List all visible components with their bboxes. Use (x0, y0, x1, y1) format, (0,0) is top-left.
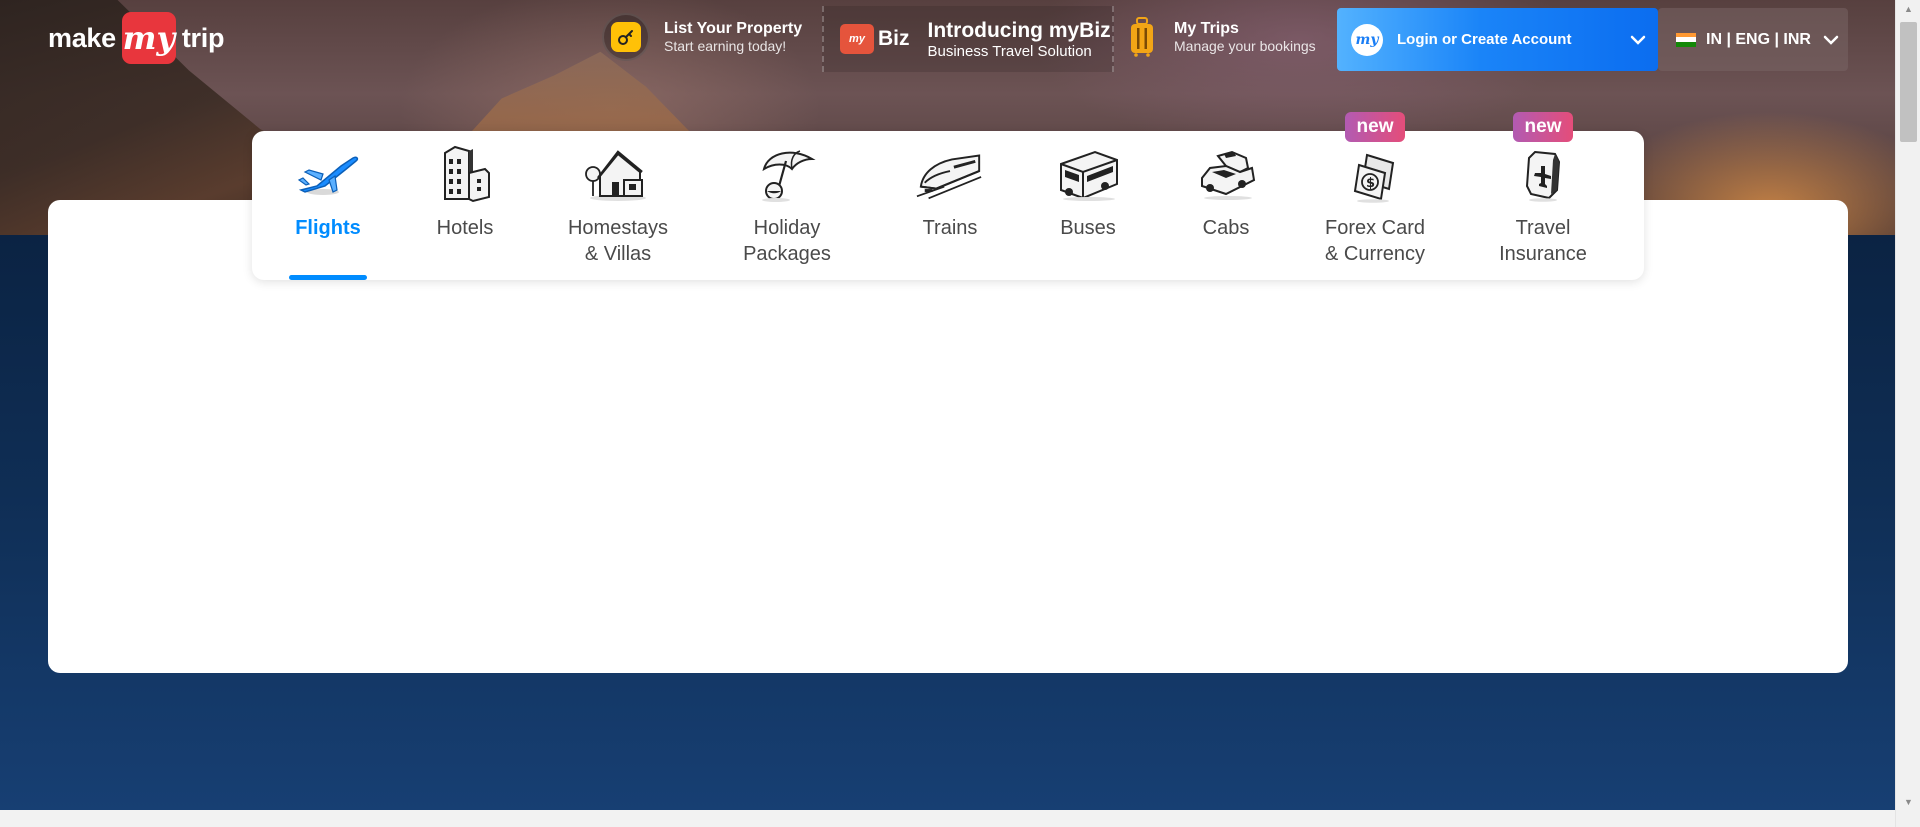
nav-item-travel-insurance[interactable]: new Travel Insurance (1493, 112, 1593, 280)
scroll-up-arrow-icon[interactable]: ▲ (1896, 0, 1920, 17)
mybiz-bag-icon: my Biz (840, 24, 910, 54)
nav-label-homestays: Homestays & Villas (567, 217, 669, 265)
locale-label: IN | ENG | INR (1706, 30, 1811, 48)
suitcase-icon (1131, 17, 1153, 57)
nav-label-travel-insurance: Travel Insurance (1499, 217, 1587, 265)
bus-icon (1053, 143, 1123, 205)
nav-item-trains[interactable]: Trains (910, 131, 990, 280)
product-nav-bar: Flights Hotels Homestays & Villas Holida… (252, 112, 1644, 280)
nav-label-cabs: Cabs (1202, 217, 1250, 239)
svg-text:$: $ (1366, 176, 1375, 191)
nav-item-buses[interactable]: Buses (1048, 131, 1128, 280)
makemytrip-logo[interactable]: make my trip (48, 12, 224, 64)
nav-item-flights[interactable]: Flights (288, 131, 368, 280)
nav-item-cabs[interactable]: Cabs (1186, 131, 1266, 280)
horizontal-scrollbar-strip (0, 810, 1895, 827)
nav-label-holiday-packages: Holiday Packages (743, 217, 831, 265)
active-tab-indicator (289, 275, 367, 280)
chevron-down-icon (1618, 35, 1658, 45)
mmt-avatar-icon: my (1351, 23, 1383, 56)
new-badge: new (1345, 112, 1405, 142)
mybiz-banner[interactable]: my Biz Introducing myBiz Business Travel… (822, 6, 1114, 72)
hotel-building-icon (430, 143, 500, 205)
my-trips-title: My Trips (1174, 20, 1239, 37)
nav-label-forex: Forex Card & Currency (1324, 217, 1426, 265)
my-trips-subtitle: Manage your bookings (1174, 38, 1316, 54)
india-flag-icon (1676, 32, 1696, 47)
new-badge: new (1513, 112, 1573, 142)
vertical-scrollbar[interactable]: ▲ ▼ (1895, 0, 1920, 827)
locale-selector[interactable]: IN | ENG | INR (1658, 8, 1848, 71)
nav-label-trains: Trains (922, 217, 978, 239)
nav-item-hotels[interactable]: Hotels (425, 131, 505, 280)
chevron-down-icon (1814, 35, 1848, 45)
mybiz-bag-badge: my (840, 24, 874, 54)
airplane-icon (293, 143, 363, 205)
scroll-down-arrow-icon[interactable]: ▼ (1896, 793, 1920, 810)
beach-umbrella-icon (752, 143, 822, 205)
list-property-subtitle: Start earning today! (664, 38, 787, 54)
nav-item-homestays[interactable]: Homestays & Villas (563, 131, 673, 280)
logo-text-make: make (48, 22, 116, 53)
scrollbar-thumb[interactable] (1900, 22, 1917, 142)
train-icon (915, 143, 985, 205)
nav-label-buses: Buses (1060, 217, 1116, 239)
key-house-icon (602, 13, 650, 61)
mybiz-logo-text: Biz (878, 27, 910, 50)
logo-badge-my: my (121, 12, 176, 64)
list-property-link[interactable]: List Your Property Start earning today! (602, 13, 803, 61)
nav-item-forex[interactable]: new $ Forex Card & Currency (1315, 112, 1435, 280)
logo-text-trip: trip (181, 22, 225, 53)
mybiz-title: Introducing myBiz (927, 18, 1111, 42)
login-create-account-button[interactable]: my Login or Create Account (1337, 8, 1658, 71)
insurance-shield-icon (1508, 143, 1578, 205)
nav-label-flights: Flights (295, 217, 361, 239)
nav-item-holiday-packages[interactable]: Holiday Packages (737, 131, 837, 280)
my-trips-link[interactable]: My Trips Manage your bookings (1128, 14, 1316, 60)
mybiz-subtitle: Business Travel Solution (927, 42, 1092, 60)
login-label: Login or Create Account (1397, 31, 1572, 48)
homestay-house-icon (583, 143, 653, 205)
list-property-title: List Your Property (664, 20, 803, 37)
nav-label-hotels: Hotels (436, 217, 494, 239)
cab-icon (1191, 143, 1261, 205)
forex-card-icon: $ (1340, 143, 1410, 205)
